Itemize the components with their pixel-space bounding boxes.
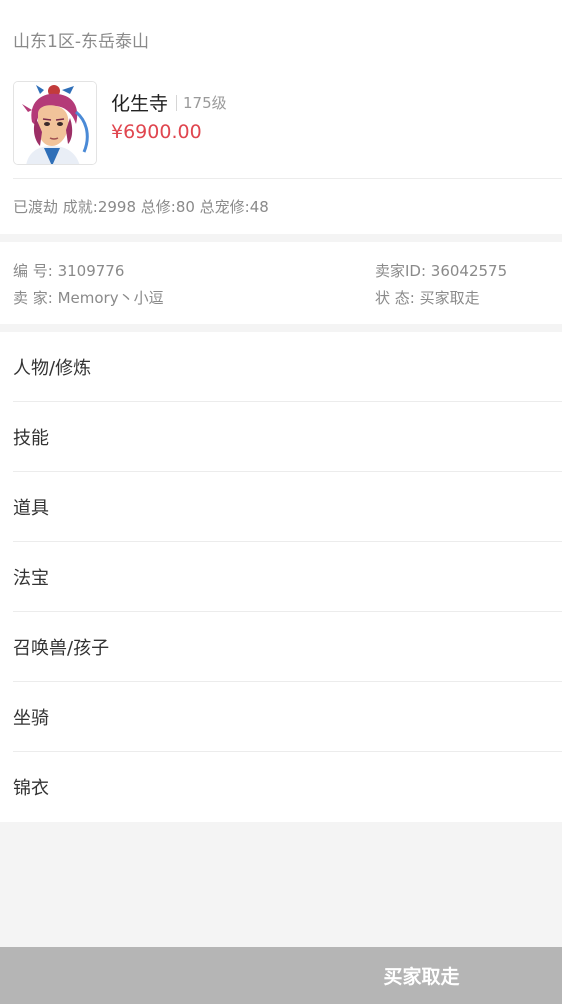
menu-item-label: 道具 (13, 498, 49, 519)
character-level: 175级 (183, 94, 227, 112)
server-name: 山东1区-东岳泰山 (13, 32, 149, 52)
menu-item-pets-children[interactable]: 召唤兽/孩子 (0, 612, 562, 682)
menu-item-label: 坐骑 (13, 708, 49, 729)
name-row: 化生寺 175级 (111, 89, 227, 116)
menu-item-label: 技能 (13, 428, 49, 449)
trade-status: 状 态: 买家取走 (375, 289, 480, 307)
menu-item-treasures[interactable]: 法宝 (0, 542, 562, 612)
seller-name: 卖 家: Memory丶小逗 (13, 289, 164, 307)
divider (13, 178, 562, 179)
menu-item-items[interactable]: 道具 (0, 472, 562, 542)
character-summary-card: 山东1区-东岳泰山 化生寺 175级 ¥6900.00 已渡劫 成就:2998 … (0, 0, 562, 234)
trade-info-card: 编 号: 3109776 卖 家: Memory丶小逗 卖家ID: 360425… (0, 242, 562, 324)
menu-item-label: 法宝 (13, 568, 49, 589)
price: ¥6900.00 (111, 121, 202, 143)
seller-id: 卖家ID: 36042575 (375, 262, 508, 280)
character-name: 化生寺 (111, 93, 169, 115)
detail-menu: 人物/修炼 技能 道具 法宝 召唤兽/孩子 坐骑 锦衣 (0, 332, 562, 822)
buyer-taken-button[interactable]: 买家取走 (281, 947, 562, 1004)
item-number: 编 号: 3109776 (13, 262, 125, 280)
menu-item-label: 召唤兽/孩子 (13, 638, 110, 659)
menu-item-label: 锦衣 (13, 778, 49, 799)
menu-item-label: 人物/修炼 (13, 358, 92, 379)
character-portrait-icon[interactable] (13, 81, 97, 165)
menu-item-skills[interactable]: 技能 (0, 402, 562, 472)
menu-item-mounts[interactable]: 坐骑 (0, 682, 562, 752)
menu-item-outfits[interactable]: 锦衣 (0, 752, 562, 822)
character-stats: 已渡劫 成就:2998 总修:80 总宠修:48 (13, 198, 269, 216)
level-divider (176, 94, 178, 111)
menu-item-character-cultivation[interactable]: 人物/修炼 (0, 332, 562, 402)
page: 山东1区-东岳泰山 化生寺 175级 ¥6900.00 已渡劫 成就:2998 … (0, 0, 562, 1004)
bottom-action-bar: 买家取走 (0, 947, 562, 1004)
